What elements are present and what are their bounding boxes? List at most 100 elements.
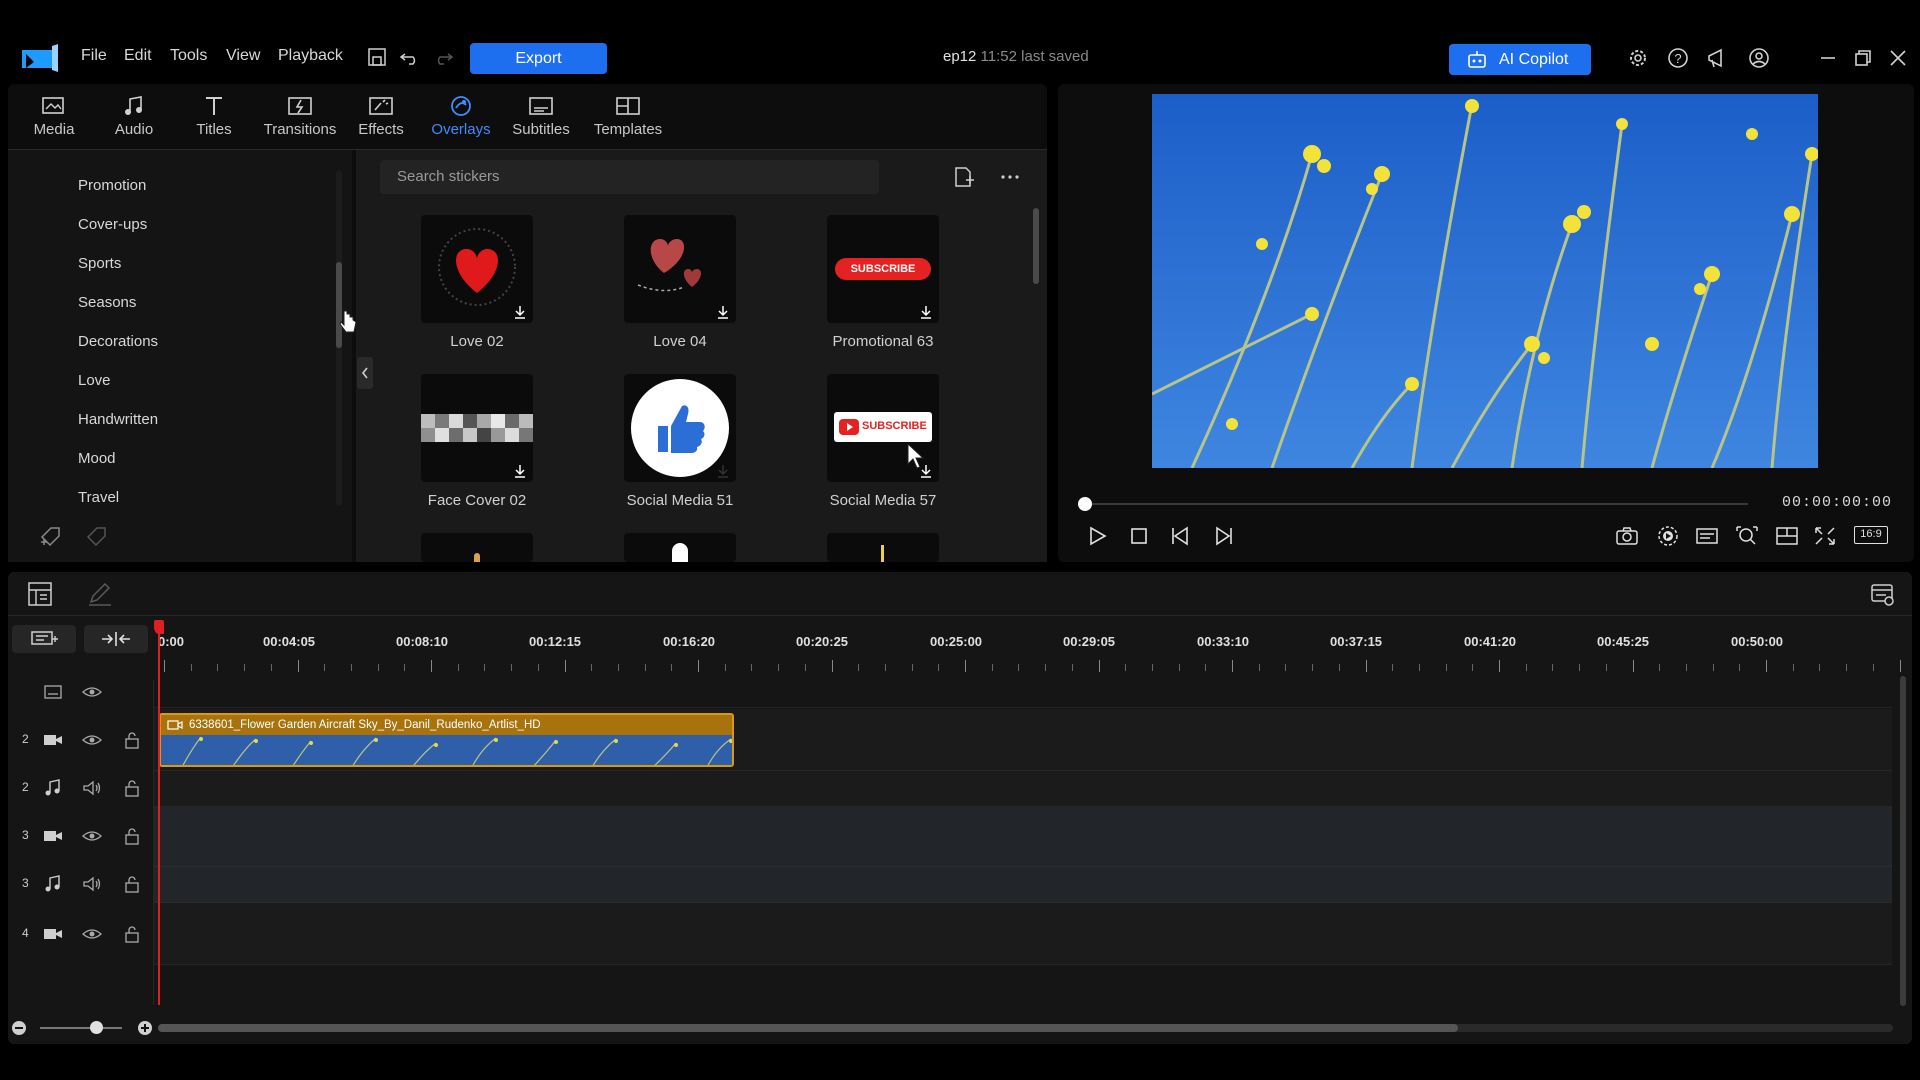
playback-progress-track[interactable] [1085,503,1748,505]
add-track-button[interactable] [12,625,76,653]
play-icon[interactable] [1084,524,1110,548]
playhead-handle[interactable] [154,620,164,634]
speaker-icon[interactable] [82,779,102,797]
sticker-thumbnail[interactable] [624,215,736,323]
menu-edit[interactable]: Edit [124,47,152,65]
more-options-icon[interactable] [998,166,1022,188]
account-icon[interactable] [1747,46,1771,70]
download-icon[interactable] [919,305,933,319]
category-item[interactable]: Handwritten [78,411,158,428]
subtitle-toggle-icon[interactable] [1694,524,1720,548]
zoom-slider-knob[interactable] [90,1021,103,1034]
tab-effects[interactable]: Effects [341,94,421,146]
sticker-thumbnail[interactable] [624,533,736,562]
sticker-thumbnail[interactable]: SUBSCRIBE [827,215,939,323]
download-icon[interactable] [513,305,527,319]
timeline-horizontal-scrollbar-thumb[interactable] [158,1024,1458,1032]
tab-media[interactable]: Media [14,94,94,146]
category-item[interactable]: Decorations [78,333,158,350]
previous-frame-icon[interactable] [1168,524,1194,548]
eye-icon[interactable] [82,827,102,845]
menu-file[interactable]: File [81,47,107,65]
minimize-icon[interactable] [1816,46,1840,70]
help-icon[interactable]: ? [1666,46,1690,70]
download-icon[interactable] [716,464,730,478]
category-item[interactable]: Mood [78,450,116,467]
timeline-settings-icon[interactable] [1868,580,1896,608]
video-clip[interactable]: 6338601_Flower Garden Aircraft Sky_By_Da… [159,713,734,767]
eye-icon[interactable] [82,731,102,749]
sticker-thumbnail[interactable] [421,374,533,482]
sticker-thumbnail[interactable] [624,374,736,482]
ruler-tick [270,664,272,671]
lock-icon[interactable] [122,925,142,943]
edit-pencil-icon[interactable] [86,580,114,608]
eye-icon[interactable] [82,925,102,943]
ai-copilot-button[interactable]: AI Copilot [1449,44,1591,75]
sticker-thumbnail[interactable] [421,215,533,323]
menu-tools[interactable]: Tools [170,47,207,65]
remove-tag-icon[interactable] [84,523,110,549]
snapshot-camera-icon[interactable] [1614,524,1640,548]
settings-gear-icon[interactable] [1626,46,1650,70]
lock-icon[interactable] [122,875,142,893]
playback-progress-knob[interactable] [1078,497,1092,511]
tab-overlays[interactable]: Overlays [421,94,501,146]
next-frame-icon[interactable] [1210,524,1236,548]
speaker-icon[interactable] [82,875,102,893]
stop-icon[interactable] [1126,524,1152,548]
add-tag-icon[interactable] [38,523,64,549]
eye-icon[interactable] [82,683,102,701]
sticker-thumbnail[interactable]: SUBSCRIBE [827,374,939,482]
ruler-tick [911,664,913,671]
category-item[interactable]: Seasons [78,294,136,311]
redo-icon[interactable] [432,46,454,68]
zoom-slider-track[interactable] [40,1027,122,1029]
tab-titles[interactable]: Titles [174,94,254,146]
import-sticker-icon[interactable] [952,166,976,188]
feedback-megaphone-icon[interactable] [1706,46,1730,70]
aspect-ratio-button[interactable]: 16:9 [1854,526,1888,544]
download-icon[interactable] [919,464,933,478]
timeline-ruler[interactable]: 0:00 00:04:05 00:08:10 00:12:15 00:16:20… [156,624,1901,676]
lock-icon[interactable] [122,731,142,749]
category-item[interactable]: Promotion [78,177,146,194]
collapse-categories-button[interactable] [357,357,373,389]
tab-audio[interactable]: Audio [94,94,174,146]
timeline-vertical-scrollbar[interactable] [1900,676,1906,1006]
video-preview [1152,94,1818,468]
snap-button[interactable] [84,625,148,653]
fullscreen-icon[interactable] [1812,524,1838,548]
lock-icon[interactable] [122,779,142,797]
timeline-layout-icon[interactable] [26,580,54,608]
menu-view[interactable]: View [226,47,260,65]
zoom-in-icon[interactable] [136,1019,154,1037]
category-item[interactable]: Sports [78,255,121,272]
category-item[interactable]: Cover-ups [78,216,147,233]
export-button[interactable]: Export [470,43,607,74]
render-preview-icon[interactable] [1655,524,1681,548]
category-item[interactable]: Love [78,372,111,389]
tab-subtitles[interactable]: Subtitles [501,94,581,146]
sticker-thumbnail[interactable] [421,533,533,562]
save-icon[interactable] [366,46,388,68]
close-icon[interactable] [1886,46,1910,70]
playhead[interactable] [158,620,160,1005]
effects-icon [369,97,393,115]
safe-zone-icon[interactable] [1774,524,1800,548]
ruler-tick [1632,660,1634,672]
restore-icon[interactable] [1851,46,1875,70]
zoom-preview-icon[interactable] [1734,524,1760,548]
tab-transitions[interactable]: Transitions [260,94,340,146]
category-item[interactable]: Travel [78,489,119,506]
download-icon[interactable] [513,464,527,478]
zoom-out-icon[interactable] [10,1019,28,1037]
tab-templates[interactable]: Templates [588,94,668,146]
undo-icon[interactable] [399,46,421,68]
menu-playback[interactable]: Playback [278,47,343,65]
sticker-scrollbar-thumb[interactable] [1033,208,1039,284]
search-stickers-input[interactable]: Search stickers [380,160,879,194]
lock-icon[interactable] [122,827,142,845]
sticker-thumbnail[interactable] [827,533,939,562]
download-icon[interactable] [716,305,730,319]
